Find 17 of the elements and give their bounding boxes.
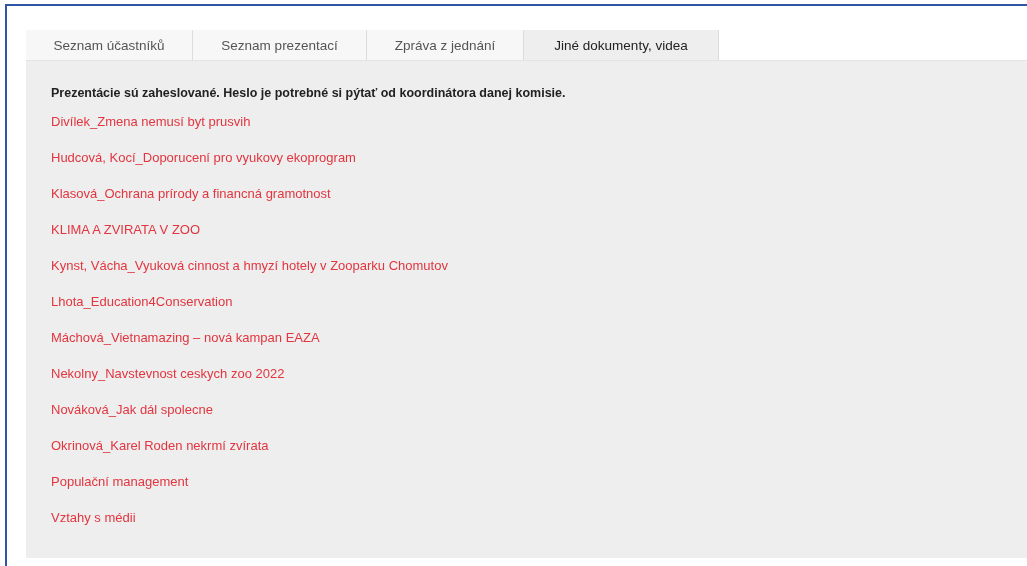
document-link[interactable]: Klasová_Ochrana prírody a financná gramotnost [51,186,331,222]
document-link[interactable]: Hudcová, Kocí_Doporucení pro vyukovy ekoprogram [51,150,356,186]
document-link[interactable]: Populační management [51,474,189,510]
document-link[interactable]: Nováková_Jak dál spolecne [51,402,213,438]
document-link[interactable]: Kynst, Vácha_Vyuková cinnost a hmyzí hotely v Zooparku Chomutov [51,258,448,294]
document-link[interactable]: Lhota_Education4Conservation [51,294,233,330]
document-link[interactable]: KLIMA A ZVIRATA V ZOO [51,222,201,258]
document-link[interactable]: Máchová_Vietnamazing – nová kampan EAZA [51,330,320,366]
tab[interactable]: Zpráva z jednání [367,30,524,60]
document-link[interactable]: Divílek_Zmena nemusí byt prusvih [51,114,251,150]
document-link[interactable]: Nekolny_Navstevnost ceskych zoo 2022 [51,366,285,402]
tab[interactable]: Seznam účastníků [26,30,193,60]
password-notice: Prezentácie sú zaheslované. Heslo je potrebné si pýtať od koordinátora danej komisie. [51,86,567,100]
document-link[interactable]: Okrinová_Karel Roden nekrmí zvírata [51,438,269,474]
tab[interactable]: Seznam prezentací [193,30,367,60]
document-link[interactable]: Vztahy s médii [51,510,136,546]
tab[interactable]: Jiné dokumenty, videa [524,30,719,60]
